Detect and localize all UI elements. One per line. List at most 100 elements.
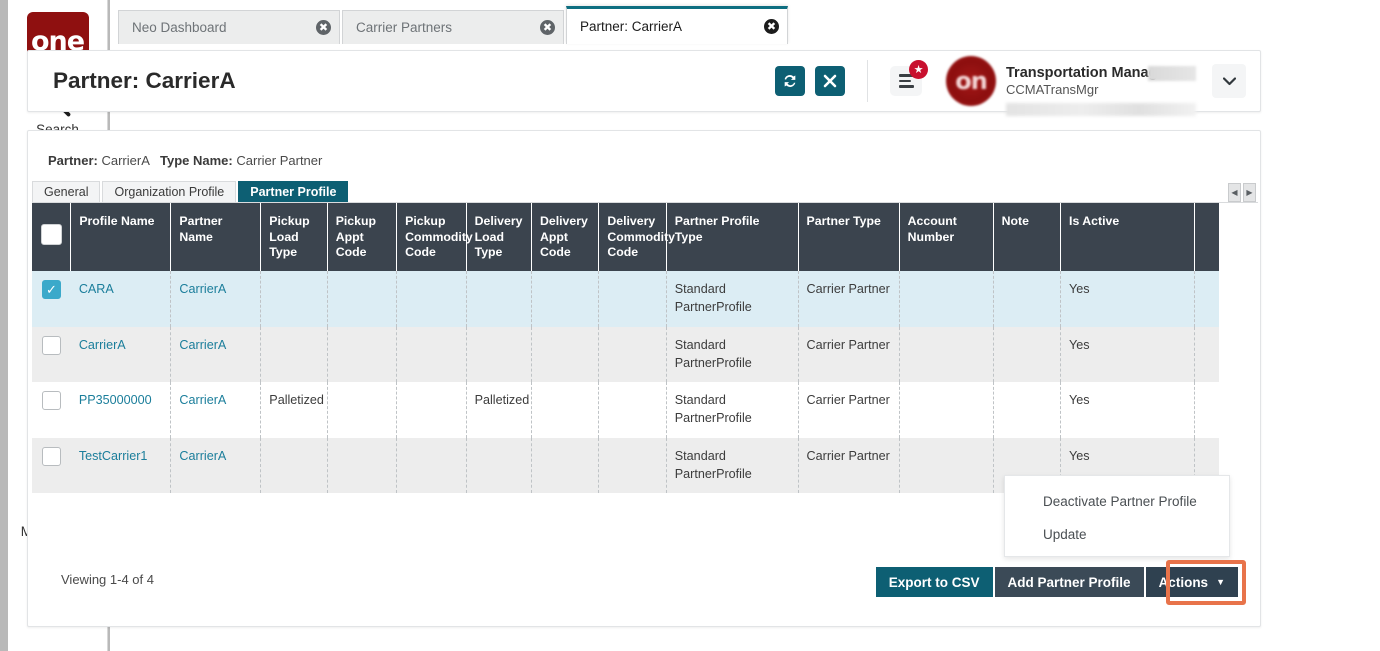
close-icon[interactable]: ✖ — [540, 20, 555, 35]
column-header-partner-profile-type[interactable]: Partner Profile Type — [666, 203, 798, 271]
user-avatar-text: on — [955, 67, 987, 95]
column-header-partner-name[interactable]: Partner Name — [171, 203, 261, 271]
refresh-button[interactable] — [775, 66, 805, 96]
column-header-pickup-commodity-code[interactable]: Pickup Commodity Code — [397, 203, 466, 271]
table-row[interactable]: PP35000000 CarrierA Palletized Palletize… — [32, 382, 1219, 438]
row-checkbox[interactable] — [42, 391, 61, 410]
cell-pickup-appt-code — [327, 271, 396, 327]
column-header-profile-name[interactable]: Profile Name — [71, 203, 171, 271]
close-icon[interactable]: ✖ — [764, 19, 779, 34]
user-info: Transportation Manager CCMATransMgr — [1006, 65, 1196, 97]
cell-pickup-commodity-code — [397, 382, 466, 438]
column-header-pickup-load-type[interactable]: Pickup Load Type — [261, 203, 327, 271]
tab-general[interactable]: General — [32, 181, 100, 202]
profile-name-link[interactable]: PP35000000 — [79, 393, 152, 407]
user-avatar[interactable]: on — [946, 56, 996, 106]
breadcrumb-partner-value: CarrierA — [101, 153, 149, 168]
actions-dropdown-menu: Deactivate Partner Profile Update — [1004, 475, 1230, 557]
app-menu-button[interactable]: ★ — [890, 66, 922, 96]
cell-partner-type: Carrier Partner — [798, 327, 899, 383]
user-menu-caret-button[interactable] — [1212, 64, 1246, 98]
cell-pickup-commodity-code — [397, 438, 466, 494]
browser-tab-neo-dashboard[interactable]: Neo Dashboard ✖ — [118, 10, 340, 44]
column-header-note[interactable]: Note — [993, 203, 1060, 271]
cell-delivery-load-type — [466, 438, 531, 494]
redacted-block — [1148, 66, 1196, 81]
header-divider — [867, 60, 868, 102]
close-icon[interactable]: ✖ — [316, 20, 331, 35]
tab-label: Partner Profile — [250, 185, 336, 199]
menu-item-update[interactable]: Update — [1005, 518, 1229, 551]
partner-name-link[interactable]: CarrierA — [179, 449, 226, 463]
cell-account-number — [899, 438, 993, 494]
column-header-partner-type[interactable]: Partner Type — [798, 203, 899, 271]
tab-organization-profile[interactable]: Organization Profile — [102, 181, 236, 202]
select-all-checkbox[interactable] — [41, 224, 62, 245]
page-title: Partner: CarrierA — [53, 68, 775, 94]
browser-tab-label: Neo Dashboard — [132, 20, 316, 35]
close-icon — [823, 74, 837, 88]
cell-partner-type: Carrier Partner — [798, 382, 899, 438]
user-name: CCMATransMgr — [1006, 82, 1196, 97]
column-header-delivery-commodity-code[interactable]: Delivery Commodity Code — [599, 203, 666, 271]
cell-is-active: Yes — [1061, 327, 1195, 383]
row-select-cell — [32, 438, 71, 494]
cell-pickup-load-type — [261, 438, 327, 494]
cell-profile-name: TestCarrier1 — [71, 438, 171, 494]
tab-partner-profile[interactable]: Partner Profile — [238, 181, 348, 202]
actions-button-label: Actions — [1159, 575, 1209, 590]
breadcrumb: Partner: CarrierA Type Name: Carrier Par… — [48, 153, 322, 168]
cell-note — [993, 271, 1060, 327]
cell-profile-name: PP35000000 — [71, 382, 171, 438]
star-badge-icon: ★ — [909, 60, 928, 79]
row-select-cell — [32, 382, 71, 438]
tab-label: General — [44, 185, 88, 199]
profile-name-link[interactable]: CarrierA — [79, 338, 126, 352]
column-header-spacer — [1194, 203, 1219, 271]
cell-partner-name: CarrierA — [171, 382, 261, 438]
column-header-account-number[interactable]: Account Number — [899, 203, 993, 271]
menu-item-deactivate-partner-profile[interactable]: Deactivate Partner Profile — [1005, 485, 1229, 518]
row-checkbox[interactable] — [42, 336, 61, 355]
cell-delivery-commodity-code — [599, 438, 666, 494]
cell-is-active: Yes — [1061, 382, 1195, 438]
partner-profile-table: Profile Name Partner Name Pickup Load Ty… — [32, 203, 1219, 493]
column-header-delivery-load-type[interactable]: Delivery Load Type — [466, 203, 531, 271]
scroll-left-button[interactable]: ◀ — [1228, 183, 1241, 202]
close-page-button[interactable] — [815, 66, 845, 96]
cell-pickup-load-type — [261, 271, 327, 327]
table-row[interactable]: ✓ CARA CarrierA Standard PartnerProfile — [32, 271, 1219, 327]
column-header-pickup-appt-code[interactable]: Pickup Appt Code — [327, 203, 396, 271]
add-partner-profile-button[interactable]: Add Partner Profile — [995, 567, 1144, 597]
browser-tab-partner-carriera[interactable]: Partner: CarrierA ✖ — [566, 6, 788, 44]
cell-pickup-appt-code — [327, 382, 396, 438]
profile-name-link[interactable]: CARA — [79, 282, 114, 296]
action-button-bar: Export to CSV Add Partner Profile Action… — [876, 567, 1238, 597]
cell-spacer — [1194, 327, 1219, 383]
row-checkbox[interactable]: ✓ — [42, 280, 61, 299]
partner-name-link[interactable]: CarrierA — [179, 282, 226, 296]
row-select-cell: ✓ — [32, 271, 71, 327]
cell-partner-name: CarrierA — [171, 271, 261, 327]
chevron-down-icon: ▼ — [1216, 577, 1225, 587]
select-all-header — [32, 203, 71, 271]
cell-partner-profile-type: Standard PartnerProfile — [666, 271, 798, 327]
column-header-delivery-appt-code[interactable]: Delivery Appt Code — [531, 203, 598, 271]
content-card: Partner: CarrierA Type Name: Carrier Par… — [27, 130, 1261, 627]
profile-name-link[interactable]: TestCarrier1 — [79, 449, 148, 463]
row-checkbox[interactable] — [42, 447, 61, 466]
cell-partner-type: Carrier Partner — [798, 438, 899, 494]
column-header-is-active[interactable]: Is Active — [1061, 203, 1195, 271]
cell-partner-profile-type: Standard PartnerProfile — [666, 438, 798, 494]
actions-button[interactable]: Actions ▼ — [1146, 567, 1238, 597]
partner-name-link[interactable]: CarrierA — [179, 393, 226, 407]
table-row[interactable]: CarrierA CarrierA Standard PartnerProfil… — [32, 327, 1219, 383]
scroll-right-button[interactable]: ▶ — [1243, 183, 1256, 202]
cell-partner-type: Carrier Partner — [798, 271, 899, 327]
page-content: Partner: CarrierA ★ on — [8, 44, 1262, 644]
tab-scroll-controls: ◀ ▶ — [1228, 183, 1256, 202]
partner-name-link[interactable]: CarrierA — [179, 338, 226, 352]
breadcrumb-type-label: Type Name: — [160, 153, 233, 168]
browser-tab-carrier-partners[interactable]: Carrier Partners ✖ — [342, 10, 564, 44]
export-to-csv-button[interactable]: Export to CSV — [876, 567, 993, 597]
